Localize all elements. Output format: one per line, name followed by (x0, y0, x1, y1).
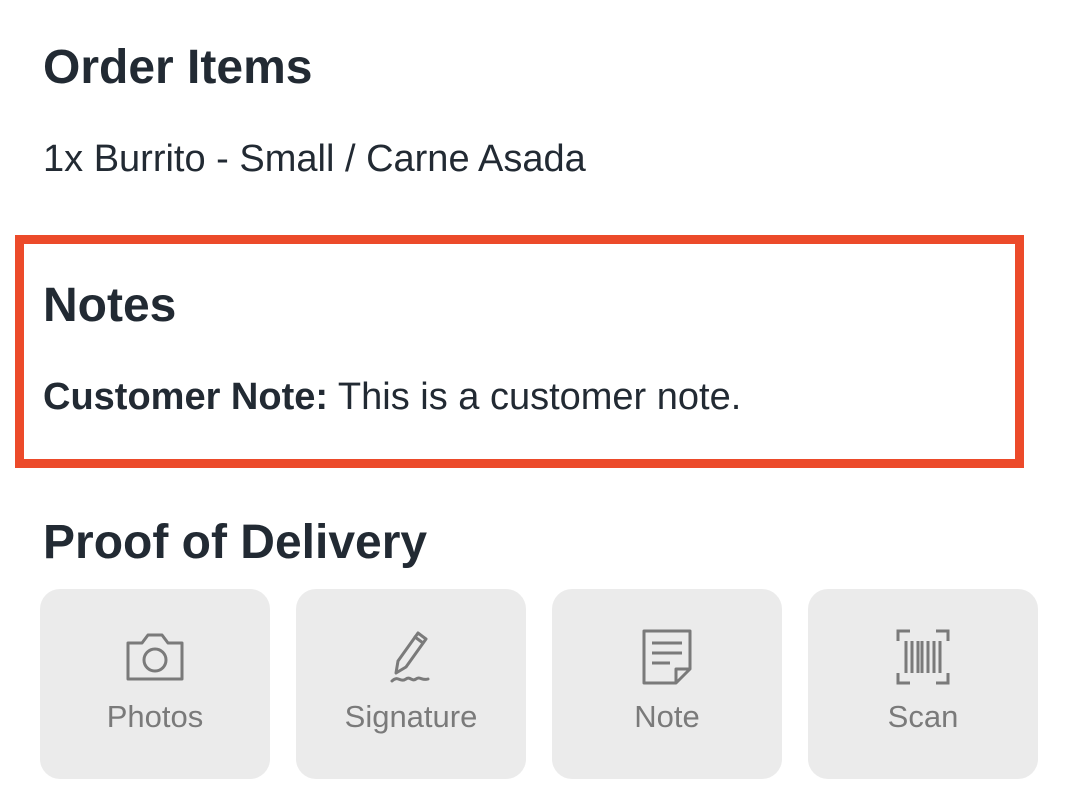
proof-of-delivery-title: Proof of Delivery (43, 516, 428, 569)
note-label: Note (634, 699, 700, 734)
camera-icon (120, 627, 190, 687)
photos-button[interactable]: Photos (40, 589, 270, 779)
photos-label: Photos (106, 699, 204, 734)
signature-button[interactable]: Signature (296, 589, 526, 779)
note-button[interactable]: Note (552, 589, 782, 779)
pen-signature-icon (376, 627, 446, 687)
barcode-scan-icon (888, 627, 958, 687)
scan-label: Scan (887, 699, 959, 734)
order-item: 1x Burrito - Small / Carne Asada (43, 138, 586, 180)
notes-highlight-box (15, 235, 1024, 468)
customer-note: Customer Note: This is a customer note. (43, 374, 741, 420)
note-icon (632, 627, 702, 687)
customer-note-label: Customer Note: (43, 376, 329, 418)
scan-button[interactable]: Scan (808, 589, 1038, 779)
notes-title: Notes (43, 279, 177, 332)
proof-of-delivery-buttons: Photos Signature Note Scan (40, 589, 1039, 779)
order-items-title: Order Items (43, 41, 313, 94)
customer-note-text: This is a customer note. (328, 376, 742, 418)
signature-label: Signature (344, 699, 478, 734)
